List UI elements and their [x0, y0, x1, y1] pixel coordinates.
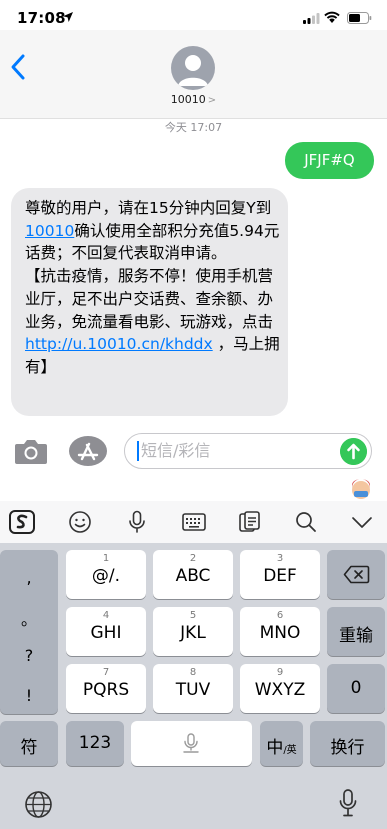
key-6[interactable]: 6 MNO	[240, 607, 320, 656]
space-mic-icon	[183, 733, 199, 753]
location-arrow-icon	[63, 12, 73, 22]
status-time: 17:08	[17, 9, 66, 27]
message-input-placeholder: 短信/彩信	[141, 441, 211, 460]
key-3-number: 3	[276, 553, 284, 564]
url-link[interactable]: http://u.10010.cn/khddx	[25, 335, 213, 353]
key-3-label: DEF	[263, 566, 297, 586]
conversation-header: 10010 >	[0, 30, 387, 119]
key-6-number: 6	[276, 610, 284, 621]
return-key[interactable]: 换行	[310, 721, 385, 766]
search-icon[interactable]	[293, 510, 319, 534]
send-arrow-icon[interactable]	[340, 438, 367, 465]
key-5[interactable]: 5 JKL	[153, 607, 233, 656]
key-1[interactable]: 1 @/.	[66, 550, 146, 599]
punct-period[interactable]: 。	[0, 606, 58, 630]
delete-key[interactable]	[327, 550, 385, 599]
dictation-microphone-icon[interactable]	[338, 788, 358, 818]
contact-chevron-icon: >	[207, 95, 217, 106]
key-0[interactable]: 0	[327, 664, 385, 713]
key-7[interactable]: 7 PQRS	[66, 664, 146, 713]
text-caret	[137, 441, 139, 461]
space-key[interactable]	[131, 721, 252, 766]
received-text-part1: 尊敬的用户，请在15分钟内回复Y到	[25, 199, 272, 217]
key-2[interactable]: 2 ABC	[153, 550, 233, 599]
emoji-icon[interactable]	[67, 510, 93, 534]
lang-sub-label: /英	[283, 745, 297, 756]
backspace-icon	[343, 565, 370, 584]
camera-icon[interactable]	[13, 434, 49, 468]
key-5-label: JKL	[180, 623, 206, 643]
collapse-keyboard-icon[interactable]	[349, 510, 375, 534]
battery-icon	[347, 12, 372, 24]
key-9-label: WXYZ	[254, 680, 306, 700]
symbol-key[interactable]: 符	[0, 721, 58, 766]
return-key-label: 换行	[330, 738, 365, 758]
key-9-number: 9	[276, 667, 284, 678]
key-4-number: 4	[102, 610, 110, 621]
retype-key-label: 重输	[339, 626, 373, 646]
contact-number: 10010	[170, 93, 206, 106]
key-0-label: 0	[350, 678, 362, 698]
sent-message-bubble[interactable]: JFJF#Q	[285, 142, 374, 179]
keyboard-icon[interactable]	[181, 510, 207, 534]
sogou-logo-icon[interactable]	[9, 510, 35, 534]
key-1-number: 1	[102, 553, 110, 564]
key-8[interactable]: 8 TUV	[153, 664, 233, 713]
punct-comma[interactable]: ,	[0, 568, 58, 587]
key-8-label: TUV	[175, 680, 211, 700]
key-6-label: MNO	[259, 623, 301, 643]
key-7-number: 7	[102, 667, 110, 678]
received-message-bubble[interactable]: 尊敬的用户，请在15分钟内回复Y到10010确认使用全部积分充值5.94元话费；…	[11, 188, 288, 416]
key-3[interactable]: 3 DEF	[240, 550, 320, 599]
person-silhouette-icon	[178, 55, 208, 86]
back-chevron-icon[interactable]	[8, 50, 30, 84]
punct-exclaim[interactable]: !	[0, 686, 58, 705]
received-message-text: 尊敬的用户，请在15分钟内回复Y到10010确认使用全部积分充值5.94元话费；…	[25, 197, 287, 379]
key-4[interactable]: 4 GHI	[66, 607, 146, 656]
key-5-number: 5	[189, 610, 197, 621]
key-2-number: 2	[189, 553, 197, 564]
phone-number-link[interactable]: 10010	[25, 222, 74, 240]
cellular-signal-icon	[303, 13, 320, 24]
key-7-label: PQRS	[82, 680, 130, 700]
message-timestamp: 今天 17:07	[164, 121, 223, 134]
number-mode-label: 123	[78, 733, 112, 753]
key-2-label: ABC	[175, 566, 211, 586]
globe-icon[interactable]	[24, 790, 53, 819]
contact-avatar[interactable]	[171, 46, 215, 90]
memoji-icon[interactable]	[350, 479, 372, 499]
contact-name[interactable]: 10010 >	[0, 93, 387, 106]
key-8-number: 8	[189, 667, 197, 678]
retype-key[interactable]: 重输	[327, 607, 385, 656]
key-4-label: GHI	[90, 623, 122, 643]
punctuation-column[interactable]: , 。 ? !	[0, 550, 58, 714]
clipboard-icon[interactable]	[237, 510, 263, 534]
microphone-icon[interactable]	[124, 510, 150, 534]
app-store-icon[interactable]	[68, 434, 108, 468]
punct-question[interactable]: ?	[0, 646, 58, 665]
key-1-label: @/.	[91, 566, 121, 586]
language-switch-key[interactable]: 中/英	[260, 721, 303, 766]
lang-main-label: 中	[266, 738, 284, 758]
number-mode-key[interactable]: 123	[66, 721, 124, 766]
wifi-icon	[324, 11, 340, 23]
symbol-key-label: 符	[20, 738, 38, 758]
key-9[interactable]: 9 WXYZ	[240, 664, 320, 713]
